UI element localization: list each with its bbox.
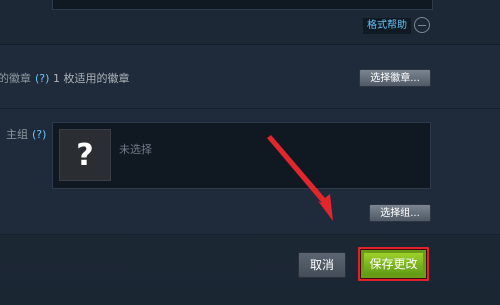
group-none-text: 未选择 <box>119 143 152 156</box>
question-mark-icon: ? <box>59 129 111 181</box>
profile-edit-page: 格式帮助 的徽章 (?) 1 枚适用的徽章 选择徽章... 主组 (?) ? 未选择… <box>0 0 500 305</box>
group-selection-box: ? 未选择 <box>52 122 431 189</box>
featured-badge-label: 的徽章 (?) <box>0 72 50 85</box>
format-help-link[interactable]: 格式帮助 <box>363 18 411 34</box>
summary-section: 格式帮助 <box>0 0 500 45</box>
cancel-button[interactable]: 取消 <box>298 252 346 278</box>
save-changes-button[interactable]: 保存更改 <box>358 247 429 281</box>
select-group-button[interactable]: 选择组... <box>369 204 431 222</box>
group-help-link[interactable]: (?) <box>32 128 46 141</box>
save-changes-label: 保存更改 <box>364 253 423 275</box>
emoticon-icon[interactable] <box>414 17 430 33</box>
primary-group-label: 主组 (?) <box>6 128 47 141</box>
badge-count-text: 1 枚适用的徽章 <box>53 72 130 85</box>
badge-help-link[interactable]: (?) <box>35 72 49 85</box>
select-badge-button[interactable]: 选择徽章... <box>359 69 431 87</box>
summary-textarea[interactable] <box>52 0 433 10</box>
